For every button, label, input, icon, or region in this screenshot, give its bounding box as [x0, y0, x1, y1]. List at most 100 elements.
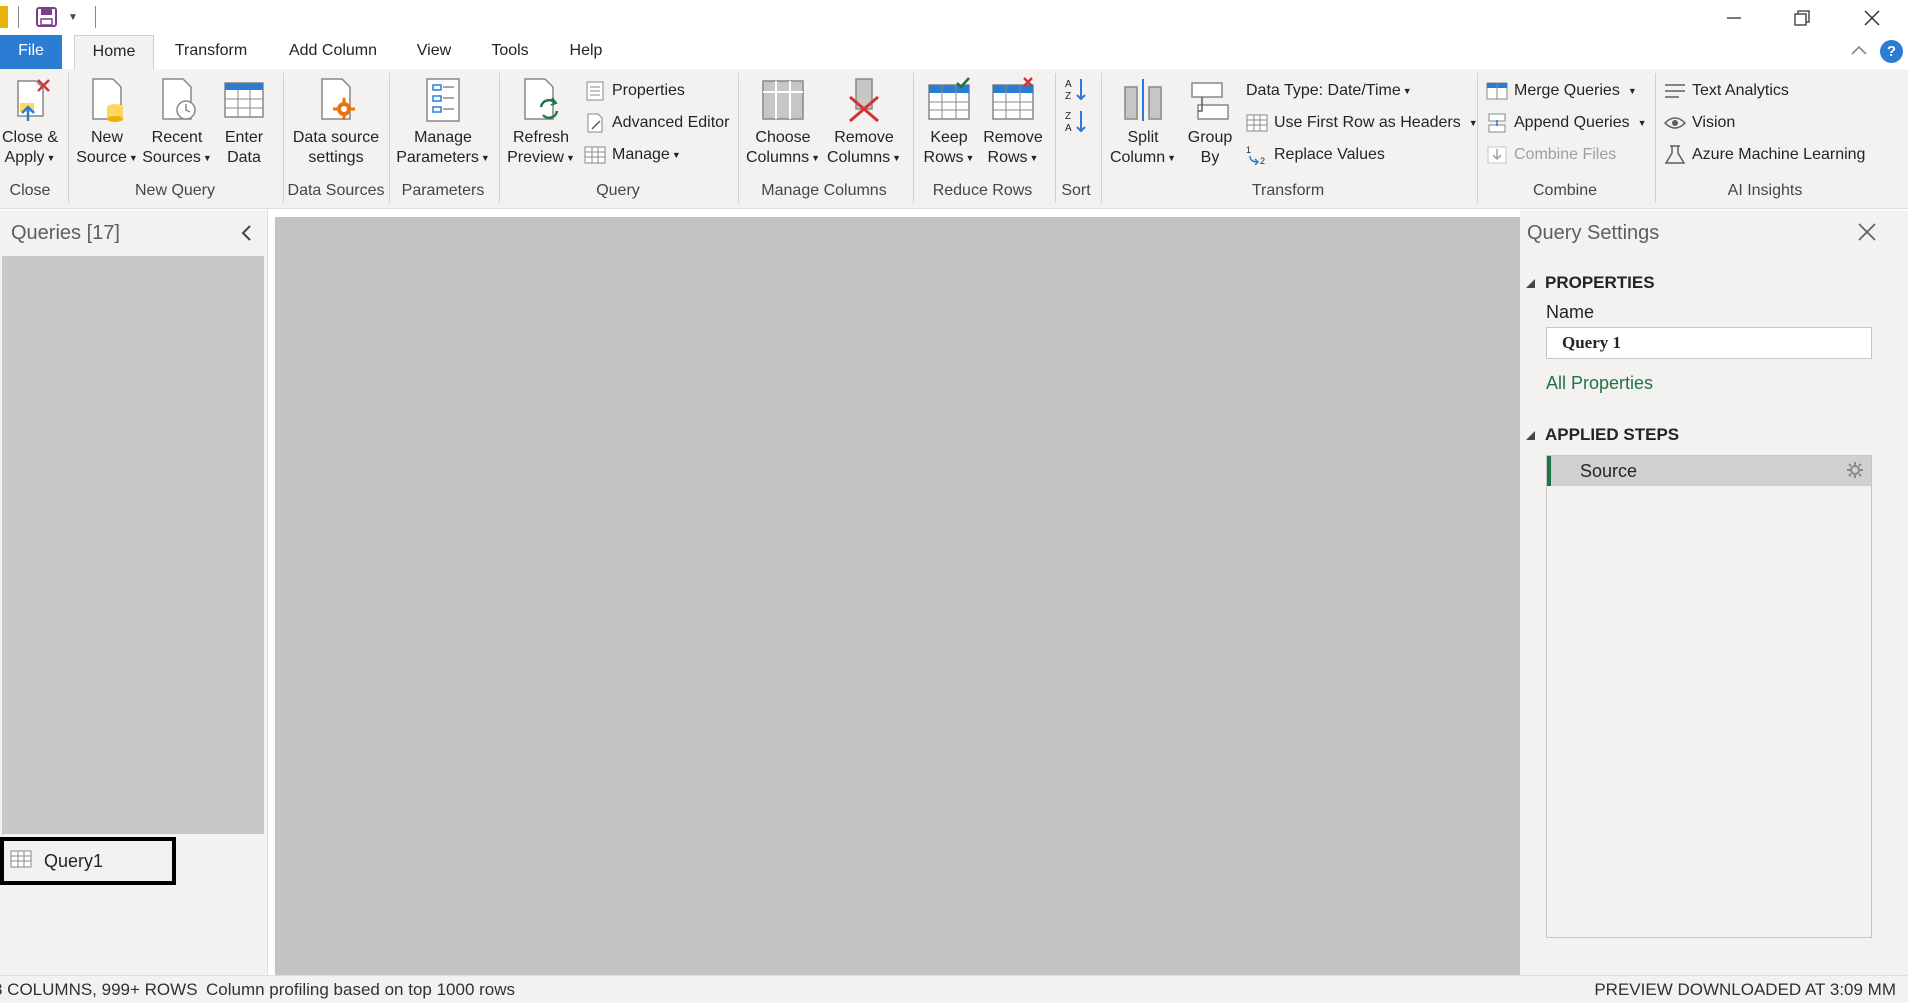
- append-queries-label: Append Queries: [1514, 114, 1630, 131]
- vision-button[interactable]: Vision: [1663, 111, 1735, 135]
- applied-steps-header-label: APPLIED STEPS: [1545, 425, 1680, 444]
- remove-rows-label: Remove: [983, 129, 1043, 146]
- properties-section-header[interactable]: PROPERTIES: [1526, 273, 1655, 293]
- new-source-label: Source: [76, 149, 127, 167]
- group-by-button[interactable]: Group By: [1182, 77, 1238, 168]
- close-apply-icon: [8, 77, 52, 123]
- chevron-down-icon: ▼: [1167, 153, 1177, 163]
- svg-text:1: 1: [1246, 145, 1251, 155]
- query-name-field[interactable]: Query 1: [1546, 327, 1872, 359]
- keep-rows-button[interactable]: Keep Rows ▼: [920, 77, 978, 168]
- name-label: Name: [1546, 302, 1595, 322]
- tab-add-column[interactable]: Add Column: [278, 35, 388, 69]
- data-source-settings-button[interactable]: Data source settings: [290, 77, 382, 168]
- manage-label: Manage: [612, 146, 670, 163]
- group-label-close: Close: [9, 182, 51, 199]
- sort-descending-icon[interactable]: ZA: [1064, 109, 1090, 134]
- tab-home[interactable]: Home: [74, 35, 154, 70]
- split-column-label: Split: [1127, 129, 1159, 146]
- choose-columns-button[interactable]: Choose Columns ▼: [744, 77, 822, 168]
- data-type-dropdown[interactable]: Data Type: Date/Time ▼: [1246, 79, 1412, 103]
- append-queries-button[interactable]: Append Queries ▼: [1486, 111, 1647, 135]
- group-by-label: By: [1200, 149, 1220, 166]
- group-separator: [1101, 73, 1102, 203]
- replace-values-button[interactable]: 12 Replace Values: [1246, 143, 1385, 167]
- combine-files-button[interactable]: Combine Files: [1486, 143, 1616, 167]
- new-source-label: New: [90, 129, 123, 146]
- keep-rows-icon: [927, 77, 971, 123]
- remove-columns-icon: [842, 77, 886, 123]
- chevron-down-icon: ▼: [1029, 153, 1039, 163]
- refresh-preview-button[interactable]: Refresh Preview ▼: [506, 77, 576, 168]
- data-source-settings-icon: [314, 77, 358, 123]
- tab-help[interactable]: Help: [560, 35, 612, 69]
- split-column-button[interactable]: Split Column ▼: [1108, 77, 1178, 168]
- minimize-button[interactable]: [1700, 0, 1768, 35]
- tab-tools[interactable]: Tools: [484, 35, 536, 69]
- append-queries-icon: [1486, 113, 1508, 133]
- query-name: Query1: [44, 850, 104, 871]
- status-profiling[interactable]: Column profiling based on top 1000 rows: [206, 980, 515, 1000]
- advanced-editor-label: Advanced Editor: [612, 114, 730, 131]
- text-analytics-button[interactable]: Text Analytics: [1664, 79, 1789, 103]
- applied-steps-section-header[interactable]: APPLIED STEPS: [1526, 425, 1679, 445]
- applied-step-item[interactable]: Source: [1547, 456, 1871, 486]
- advanced-editor-button[interactable]: Advanced Editor: [584, 111, 729, 135]
- svg-text:Z: Z: [1065, 111, 1071, 122]
- help-icon[interactable]: ?: [1880, 40, 1903, 63]
- manage-parameters-button[interactable]: Manage Parameters ▼: [396, 77, 490, 168]
- quick-access-dropdown-icon[interactable]: ▼: [68, 12, 78, 23]
- sort-ascending-icon[interactable]: AZ: [1064, 77, 1090, 102]
- use-first-row-headers-label: Use First Row as Headers: [1274, 114, 1461, 131]
- group-separator: [1655, 73, 1656, 203]
- keep-rows-label: Rows: [923, 149, 964, 167]
- azure-ml-button[interactable]: Azure Machine Learning: [1664, 143, 1865, 167]
- text-analytics-label: Text Analytics: [1692, 82, 1789, 99]
- recent-sources-button[interactable]: Recent Sources ▼: [142, 77, 212, 168]
- properties-button[interactable]: Properties: [584, 79, 685, 103]
- all-properties-link[interactable]: All Properties: [1546, 373, 1653, 394]
- eye-icon: [1663, 113, 1687, 133]
- data-source-settings-label: settings: [308, 149, 364, 166]
- tab-file[interactable]: File: [0, 35, 62, 69]
- svg-text:A: A: [1065, 123, 1072, 133]
- chevron-down-icon: ▼: [480, 153, 490, 163]
- save-icon[interactable]: [36, 7, 58, 27]
- collapse-queries-icon[interactable]: [240, 224, 252, 247]
- gear-icon[interactable]: [1847, 462, 1863, 483]
- chevron-down-icon: ▼: [1637, 118, 1647, 128]
- manage-button[interactable]: Manage ▼: [584, 143, 681, 167]
- enter-data-label: Enter: [224, 129, 264, 146]
- close-icon[interactable]: [1857, 222, 1877, 247]
- applied-steps-list: Source: [1546, 455, 1872, 938]
- remove-rows-button[interactable]: Remove Rows ▼: [980, 77, 1046, 168]
- tab-view[interactable]: View: [408, 35, 460, 69]
- power-bi-logo: [0, 6, 8, 28]
- chevron-down-icon: ▼: [565, 153, 575, 163]
- group-label-manage-columns: Manage Columns: [761, 182, 887, 199]
- recent-sources-label: Recent: [151, 129, 203, 146]
- remove-columns-button[interactable]: Remove Columns ▼: [824, 77, 904, 168]
- replace-values-label: Replace Values: [1274, 146, 1385, 163]
- table-icon: [1246, 113, 1268, 133]
- enter-data-button[interactable]: Enter Data: [218, 77, 270, 168]
- use-first-row-headers-button[interactable]: Use First Row as Headers ▼: [1246, 111, 1478, 135]
- group-separator: [389, 73, 390, 203]
- close-apply-button[interactable]: Close & Apply ▼: [2, 77, 58, 168]
- title-separator: [95, 6, 96, 28]
- new-source-button[interactable]: New Source ▼: [74, 77, 140, 168]
- chevron-down-icon: ▼: [965, 153, 975, 163]
- query-name-value: Query 1: [1562, 333, 1622, 352]
- merge-queries-button[interactable]: Merge Queries ▼: [1486, 79, 1637, 103]
- chevron-down-icon: ▼: [202, 153, 212, 163]
- text-analytics-icon: [1664, 81, 1686, 101]
- group-label-query: Query: [596, 182, 640, 199]
- restore-button[interactable]: [1768, 0, 1836, 35]
- close-window-button[interactable]: [1838, 0, 1906, 35]
- status-row-count: 3 COLUMNS, 999+ ROWS: [0, 980, 198, 999]
- collapse-ribbon-icon[interactable]: [1850, 43, 1868, 62]
- data-preview-area[interactable]: [275, 217, 1520, 975]
- group-label-ai-insights: AI Insights: [1727, 182, 1803, 199]
- query-list-item[interactable]: Query1: [0, 837, 176, 885]
- tab-transform[interactable]: Transform: [166, 35, 256, 69]
